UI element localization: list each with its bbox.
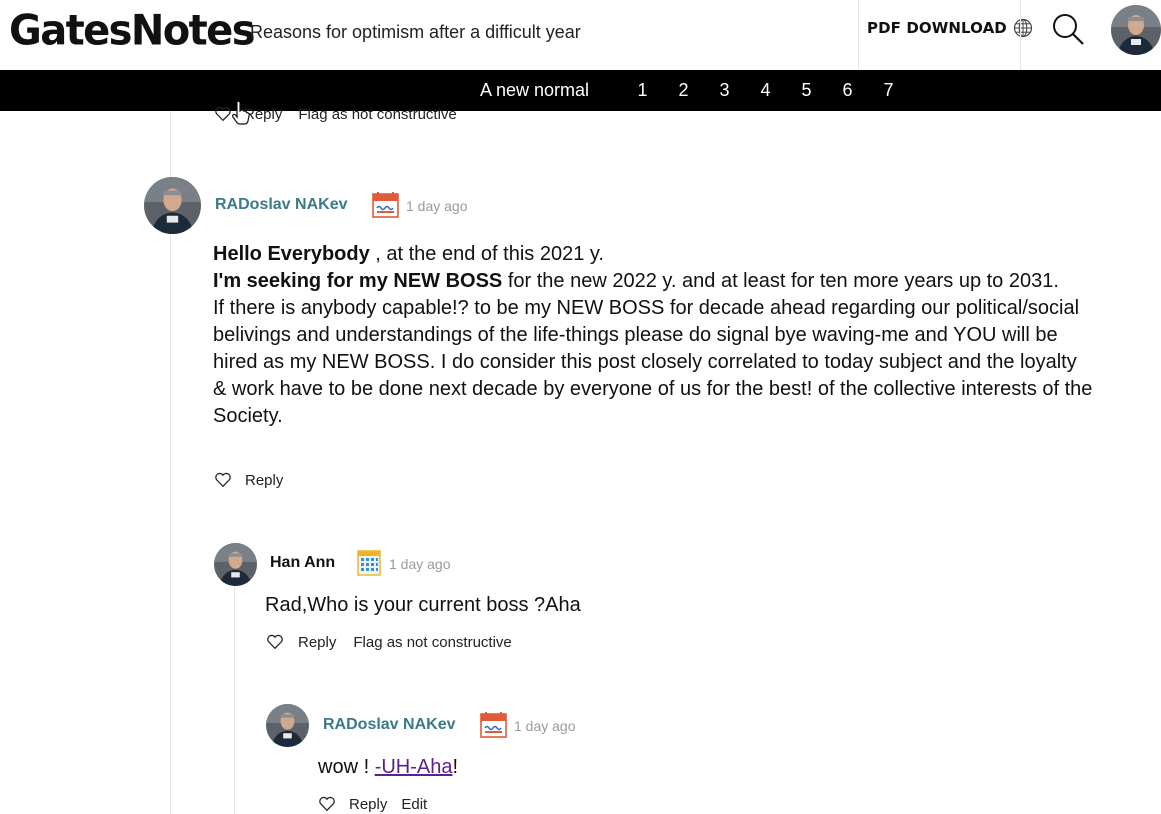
comment-text: for the new 2022 y. and at least for ten… xyxy=(502,270,1059,292)
site-logo[interactable]: GatesNotes xyxy=(9,5,256,58)
red-calendar-badge-icon xyxy=(372,192,399,218)
chapter-6-link[interactable]: 6 xyxy=(827,80,868,111)
heart-icon[interactable] xyxy=(266,633,284,651)
chapter-3-link[interactable]: 3 xyxy=(704,80,745,111)
comment-link[interactable]: -UH-Aha xyxy=(375,756,453,778)
comment-author[interactable]: RADoslav NAKev xyxy=(215,196,347,214)
chapter-5-link[interactable]: 5 xyxy=(786,80,827,111)
header-divider xyxy=(1020,0,1021,70)
comment-text: , at the end of this 2021 y. xyxy=(369,243,604,265)
chapter-7-link[interactable]: 7 xyxy=(868,80,909,111)
hand-cursor-icon xyxy=(232,100,250,125)
chapter-1-link[interactable]: 1 xyxy=(622,80,663,111)
comment-timestamp: 1 day ago xyxy=(514,718,576,734)
flag-button[interactable]: Flag as not constructive xyxy=(298,106,456,123)
heart-icon[interactable] xyxy=(214,105,232,123)
chapter-2-link[interactable]: 2 xyxy=(663,80,704,111)
comment-text: ! xyxy=(452,756,459,778)
pdf-download-button[interactable]: PDF DOWNLOAD xyxy=(867,18,1033,38)
comment-text: Rad,Who is your current boss ?Aha xyxy=(265,594,581,616)
comment-bold-text: I'm seeking for my NEW BOSS xyxy=(213,270,503,292)
comment-timestamp: 1 day ago xyxy=(406,198,468,214)
comment-bold-text: Hello Everybody xyxy=(213,243,370,265)
commenter-avatar[interactable] xyxy=(144,177,201,234)
comment-body: wow ! -UH-Aha! xyxy=(318,754,458,781)
comment-body: Hello Everybody , at the end of this 202… xyxy=(213,241,1093,430)
thread-line xyxy=(234,586,235,814)
comment-timestamp: 1 day ago xyxy=(389,556,451,572)
comment-author[interactable]: Han Ann xyxy=(270,554,335,572)
commenter-avatar[interactable] xyxy=(214,543,257,586)
red-calendar-badge-icon xyxy=(480,712,507,738)
comment-text: wow ! xyxy=(318,756,375,778)
pdf-download-label: PDF DOWNLOAD xyxy=(867,19,1007,37)
flag-button[interactable]: Flag as not constructive xyxy=(353,634,511,651)
reply-button[interactable]: Reply xyxy=(349,796,387,813)
heart-icon[interactable] xyxy=(318,795,336,813)
comment-actions: Reply xyxy=(214,471,283,489)
chapter-nav-title[interactable]: A new normal xyxy=(480,80,589,101)
page-subtitle: Reasons for optimism after a difficult y… xyxy=(250,22,581,42)
comment-author[interactable]: RADoslav NAKev xyxy=(323,716,455,734)
heart-icon[interactable] xyxy=(214,471,232,489)
reply-button[interactable]: Reply xyxy=(298,634,336,651)
user-avatar[interactable] xyxy=(1111,5,1161,55)
blue-grid-badge-icon xyxy=(357,550,381,576)
edit-button[interactable]: Edit xyxy=(401,796,427,813)
comment-actions: Reply Flag as not constructive xyxy=(266,633,512,651)
comment-actions: Reply Edit xyxy=(318,795,427,813)
globe-icon xyxy=(1013,18,1032,38)
site-header: GatesNotes Reasons for optimism after a … xyxy=(0,0,1161,70)
header-divider xyxy=(858,0,859,70)
comment-text: If there is anybody capable!? to be my N… xyxy=(213,297,1093,427)
reply-button[interactable]: Reply xyxy=(245,472,283,489)
chapter-4-link[interactable]: 4 xyxy=(745,80,786,111)
search-icon[interactable] xyxy=(1050,11,1086,47)
chapter-nav: A new normal 1 2 3 4 5 6 7 xyxy=(0,70,1161,111)
commenter-avatar[interactable] xyxy=(266,704,309,747)
